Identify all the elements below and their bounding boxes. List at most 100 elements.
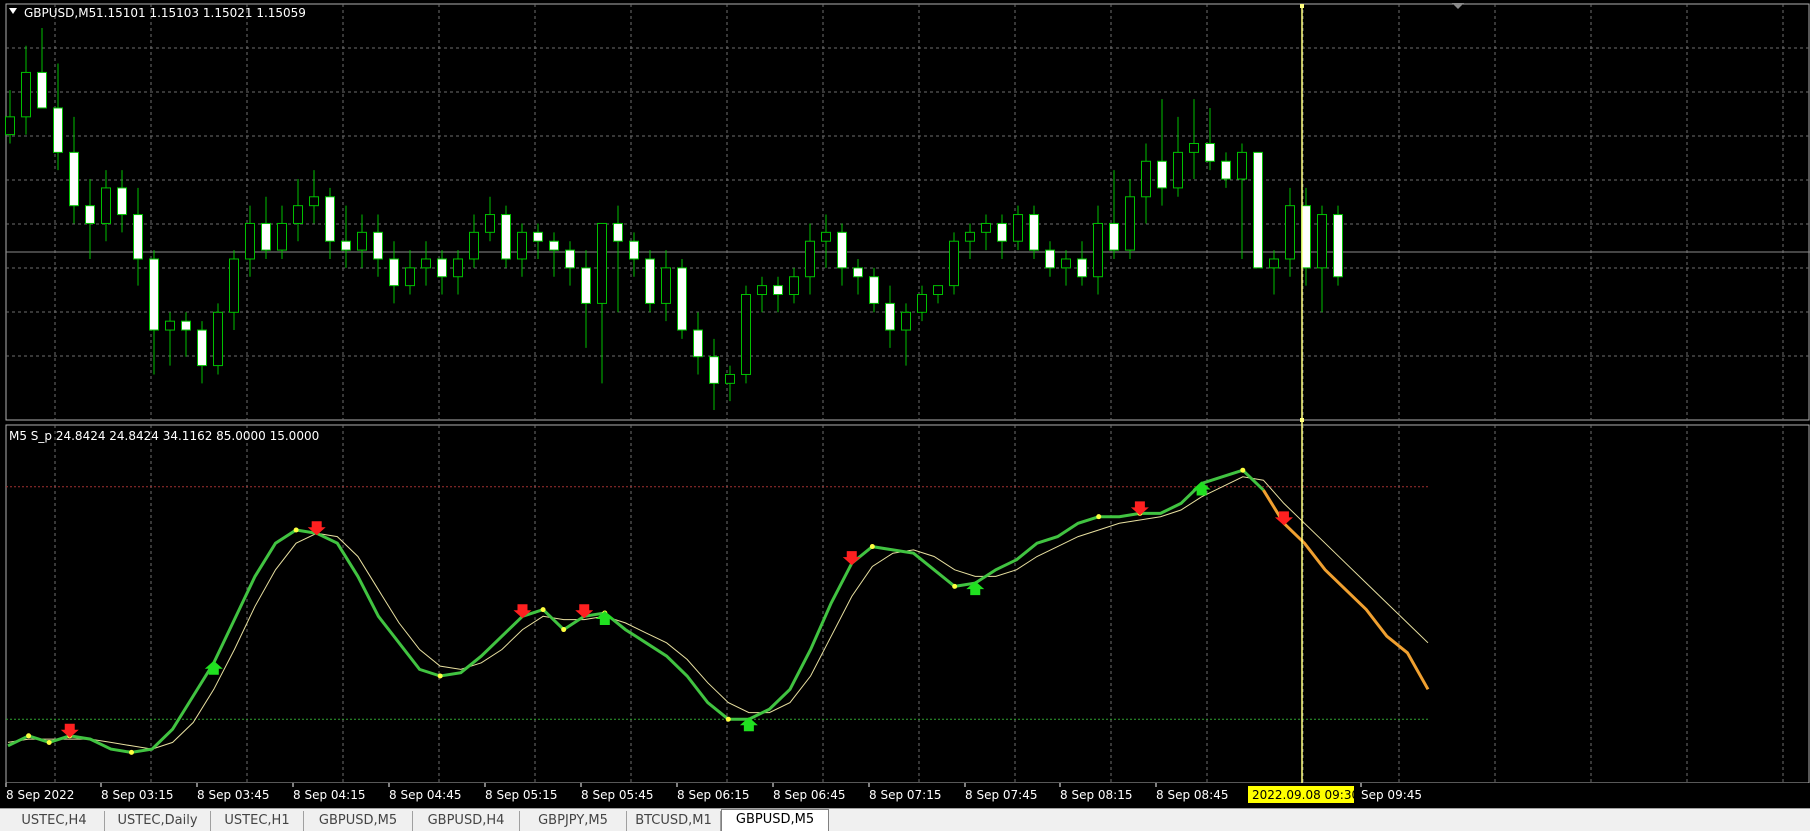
- candle-body[interactable]: [1205, 142, 1215, 162]
- candle-body[interactable]: [645, 258, 655, 304]
- candle-body[interactable]: [261, 222, 271, 251]
- oscillator-panel[interactable]: [6, 4, 1430, 783]
- candle-body[interactable]: [757, 285, 767, 296]
- candle-body[interactable]: [421, 258, 431, 269]
- candle-body[interactable]: [1221, 160, 1231, 180]
- candle-body[interactable]: [229, 258, 239, 313]
- candle-body[interactable]: [37, 71, 47, 109]
- candle-body[interactable]: [1285, 205, 1295, 260]
- candle-body[interactable]: [1045, 249, 1055, 269]
- candle-body[interactable]: [197, 329, 207, 367]
- candle-body[interactable]: [1061, 258, 1071, 269]
- candle-body[interactable]: [789, 276, 799, 296]
- candle-body[interactable]: [613, 222, 623, 242]
- chart-shift-marker-icon[interactable]: [1452, 3, 1464, 9]
- candle-body[interactable]: [21, 71, 31, 118]
- candle-body[interactable]: [597, 222, 607, 304]
- signal-line[interactable]: [7, 476, 1429, 750]
- candle-body[interactable]: [677, 267, 687, 331]
- chart-tab[interactable]: GBPUSD,H4: [413, 811, 520, 831]
- candle-body[interactable]: [213, 311, 223, 367]
- chart-tab[interactable]: GBPUSD,M5: [721, 809, 829, 831]
- candle-body[interactable]: [1301, 205, 1311, 269]
- candle-body[interactable]: [69, 151, 79, 207]
- candle-body[interactable]: [805, 240, 815, 278]
- candle-body[interactable]: [901, 311, 911, 331]
- crosshair-handle-top[interactable]: [1300, 4, 1304, 8]
- candle-body[interactable]: [245, 222, 255, 260]
- candle-body[interactable]: [341, 240, 351, 251]
- candle-body[interactable]: [1141, 160, 1151, 198]
- candle-body[interactable]: [1173, 151, 1183, 189]
- candle-body[interactable]: [965, 231, 975, 242]
- main-line[interactable]: [7, 468, 1265, 754]
- candle-body[interactable]: [485, 214, 495, 233]
- chart-tab[interactable]: GBPUSD,M5: [304, 811, 413, 831]
- candle-body[interactable]: [389, 258, 399, 287]
- price-panel[interactable]: [5, 28, 1343, 410]
- candle-body[interactable]: [437, 258, 447, 278]
- candle-body[interactable]: [165, 320, 175, 331]
- candle-body[interactable]: [869, 276, 879, 304]
- candle-body[interactable]: [357, 231, 367, 251]
- candle-body[interactable]: [949, 240, 959, 287]
- candle-body[interactable]: [309, 196, 319, 207]
- candle-body[interactable]: [741, 294, 751, 375]
- candle-body[interactable]: [293, 205, 303, 224]
- candle-body[interactable]: [1333, 214, 1343, 278]
- candle-body[interactable]: [853, 267, 863, 278]
- candle-body[interactable]: [149, 258, 159, 331]
- candle-body[interactable]: [5, 116, 15, 136]
- candle-body[interactable]: [1013, 214, 1023, 242]
- candle-body[interactable]: [709, 356, 719, 384]
- candle-body[interactable]: [917, 294, 927, 313]
- chart-tab[interactable]: USTEC,Daily: [105, 811, 211, 831]
- candle-body[interactable]: [517, 231, 527, 260]
- candle-body[interactable]: [581, 267, 591, 304]
- candle-body[interactable]: [773, 285, 783, 296]
- candle-body[interactable]: [549, 240, 559, 251]
- candle-body[interactable]: [1189, 142, 1199, 153]
- chart-tab[interactable]: USTEC,H4: [4, 811, 105, 831]
- candle-body[interactable]: [277, 222, 287, 251]
- chart-area[interactable]: 8 Sep 2022 8 Sep 03:15 8 Sep 03:45 8 Sep 04…: [0, 0, 1810, 808]
- candle-body[interactable]: [181, 320, 191, 331]
- candle-body[interactable]: [997, 222, 1007, 242]
- candle-body[interactable]: [117, 187, 127, 216]
- candle-body[interactable]: [885, 302, 895, 331]
- candle-body[interactable]: [1157, 160, 1167, 189]
- candle-body[interactable]: [1029, 214, 1039, 251]
- candle-body[interactable]: [1269, 258, 1279, 269]
- candle-body[interactable]: [101, 187, 111, 224]
- candle-body[interactable]: [1077, 258, 1087, 278]
- candle-body[interactable]: [821, 231, 831, 242]
- candle-body[interactable]: [661, 267, 671, 304]
- candle-body[interactable]: [1093, 222, 1103, 278]
- candle-body[interactable]: [837, 231, 847, 269]
- candle-body[interactable]: [1253, 151, 1263, 269]
- candle-body[interactable]: [373, 231, 383, 260]
- candle-body[interactable]: [469, 231, 479, 260]
- candle-body[interactable]: [453, 258, 463, 278]
- candle-body[interactable]: [933, 285, 943, 296]
- chart-tab[interactable]: USTEC,H1: [211, 811, 304, 831]
- candle-body[interactable]: [629, 240, 639, 260]
- candle-body[interactable]: [501, 214, 511, 260]
- candle-body[interactable]: [693, 329, 703, 358]
- chart-tab[interactable]: BTCUSD,M1: [627, 811, 721, 831]
- chart-menu-triangle-icon[interactable]: [9, 8, 17, 14]
- candle-body[interactable]: [1109, 222, 1119, 251]
- candle-body[interactable]: [1125, 196, 1135, 251]
- candle-body[interactable]: [1317, 214, 1327, 269]
- candle-body[interactable]: [1237, 151, 1247, 180]
- candle-body[interactable]: [533, 231, 543, 242]
- chart-tab[interactable]: GBPJPY,M5: [520, 811, 627, 831]
- candle-body[interactable]: [53, 107, 63, 153]
- candle-body[interactable]: [981, 222, 991, 233]
- candle-body[interactable]: [325, 196, 335, 242]
- candle-body[interactable]: [85, 205, 95, 224]
- candle-body[interactable]: [405, 267, 415, 287]
- candle-body[interactable]: [133, 214, 143, 260]
- crosshair-handle-bottom[interactable]: [1300, 418, 1304, 422]
- candle-body[interactable]: [565, 249, 575, 269]
